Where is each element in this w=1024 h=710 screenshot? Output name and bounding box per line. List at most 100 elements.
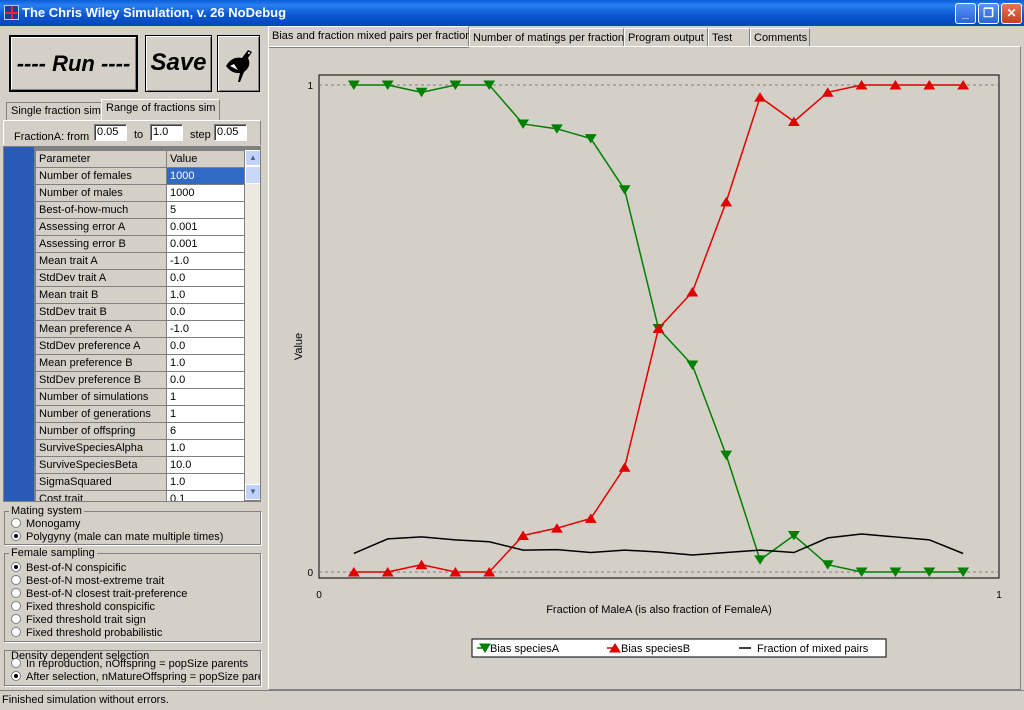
- fraction-step-input[interactable]: 0.05: [214, 124, 247, 141]
- parameter-value-cell[interactable]: 1.0: [166, 354, 245, 372]
- series-1-point: [720, 450, 733, 461]
- tab-range-of-fractions-sim[interactable]: Range of fractions sim: [101, 99, 221, 120]
- parameter-value-cell[interactable]: 1.0: [166, 439, 245, 457]
- parameter-name-cell: SigmaSquared: [35, 473, 167, 491]
- table-row[interactable]: Mean trait A -1.0: [35, 252, 245, 270]
- parameter-name-cell: StdDev preference B: [35, 371, 167, 389]
- parameter-value-cell[interactable]: 0.0: [166, 371, 245, 389]
- parameter-name-cell: Mean preference B: [35, 354, 167, 372]
- parameter-name-cell: Cost trait: [35, 490, 167, 501]
- table-row[interactable]: Mean preference B 1.0: [35, 354, 245, 372]
- scroll-down-icon[interactable]: ▼: [245, 484, 260, 500]
- parameter-grid[interactable]: Parameter Value Number of females 1000 Num…: [3, 146, 261, 502]
- radio-label: After selection, nMatureOffspring = popS…: [26, 671, 261, 683]
- parameter-value-cell[interactable]: 1.0: [166, 286, 245, 304]
- parameter-value-cell[interactable]: 0.001: [166, 235, 245, 253]
- bird-button[interactable]: [217, 35, 260, 92]
- tab-comments[interactable]: Comments: [750, 28, 810, 47]
- radio-fixed-threshold-trait-sign[interactable]: Fixed threshold trait sign: [11, 614, 146, 626]
- table-row[interactable]: StdDev trait B 0.0: [35, 303, 245, 321]
- parameter-name-cell: Assessing error A: [35, 218, 167, 236]
- table-row[interactable]: Number of males 1000: [35, 184, 245, 202]
- parameter-value-cell[interactable]: 10.0: [166, 456, 245, 474]
- female-sampling-group: Female sampling Best-of-N conspicific Be…: [4, 547, 261, 642]
- table-row[interactable]: StdDev trait A 0.0: [35, 269, 245, 287]
- tab-single-fraction-sim[interactable]: Single fraction sim: [6, 102, 106, 120]
- parameter-name-cell: Number of generations: [35, 405, 167, 423]
- row-selector-column[interactable]: [4, 147, 34, 501]
- mating-system-group: Mating system Monogamy Polygyny (male ca…: [4, 505, 261, 545]
- column-header-parameter[interactable]: Parameter: [35, 150, 167, 168]
- radio-label: Best-of-N conspicific: [26, 562, 127, 574]
- table-row[interactable]: SurviveSpeciesAlpha 1.0: [35, 439, 245, 457]
- save-button[interactable]: Save: [145, 35, 212, 92]
- parameter-value-cell[interactable]: -1.0: [166, 320, 245, 338]
- table-row[interactable]: Number of simulations 1: [35, 388, 245, 406]
- radio-best-of-n-most-extreme[interactable]: Best-of-N most-extreme trait: [11, 575, 164, 587]
- table-row[interactable]: Number of generations 1: [35, 405, 245, 423]
- table-row[interactable]: StdDev preference A 0.0: [35, 337, 245, 355]
- table-row[interactable]: Number of females 1000: [35, 167, 245, 185]
- to-label: to: [134, 129, 144, 141]
- radio-dot-icon: [11, 614, 21, 624]
- radio-polygyny[interactable]: Polygyny (male can mate multiple times): [11, 531, 223, 543]
- radio-dot-icon: [11, 627, 21, 637]
- run-button[interactable]: ---- Run ----: [9, 35, 138, 92]
- table-row[interactable]: Cost trait 0.1: [35, 490, 245, 501]
- radio-best-of-n-closest[interactable]: Best-of-N closest trait-preference: [11, 588, 187, 600]
- fraction-from-input[interactable]: 0.05: [94, 124, 127, 141]
- parameter-value-cell[interactable]: 1000: [166, 184, 245, 202]
- tab-number-of-matings[interactable]: Number of matings per fraction: [469, 28, 624, 47]
- series-1-point: [618, 185, 631, 195]
- parameter-value-cell[interactable]: 1: [166, 405, 245, 423]
- radio-monogamy[interactable]: Monogamy: [11, 518, 80, 530]
- parameter-value-cell[interactable]: 5: [166, 201, 245, 219]
- table-row[interactable]: Assessing error A 0.001: [35, 218, 245, 236]
- radio-fixed-threshold-probabilistic[interactable]: Fixed threshold probabilistic: [11, 627, 162, 639]
- parameter-value-cell[interactable]: 0.1: [166, 490, 245, 501]
- tab-test[interactable]: Test: [708, 28, 750, 47]
- legend-entry-label: Bias speciesA: [490, 643, 560, 655]
- table-row[interactable]: Number of offspring 6: [35, 422, 245, 440]
- radio-dot-icon: [11, 518, 21, 528]
- parameter-value-cell[interactable]: 1.0: [166, 473, 245, 491]
- table-row[interactable]: SurviveSpeciesBeta 10.0: [35, 456, 245, 474]
- radio-dot-icon: [11, 601, 21, 611]
- minimize-button[interactable]: _: [955, 3, 976, 24]
- table-row[interactable]: Best-of-how-much 5: [35, 201, 245, 219]
- column-header-value[interactable]: Value: [166, 150, 245, 168]
- parameter-value-cell[interactable]: 1000: [166, 167, 245, 185]
- maximize-button[interactable]: ❐: [978, 3, 999, 24]
- parameter-value-cell[interactable]: 0.001: [166, 218, 245, 236]
- radio-fixed-threshold-conspicific[interactable]: Fixed threshold conspicific: [11, 601, 155, 613]
- parameter-value-cell[interactable]: 0.0: [166, 337, 245, 355]
- fraction-to-input[interactable]: 1.0: [150, 124, 183, 141]
- parameter-value-cell[interactable]: 1: [166, 388, 245, 406]
- bias-chart: 1 00 1 Fraction of MaleA (is also fraction …: [293, 74, 1002, 658]
- parameter-value-cell[interactable]: 0.0: [166, 269, 245, 287]
- radio-label: Best-of-N most-extreme trait: [26, 575, 165, 587]
- radio-best-of-n-conspicific[interactable]: Best-of-N conspicific: [11, 562, 126, 574]
- window-title: The Chris Wiley Simulation, v. 26 NoDebu…: [22, 5, 287, 20]
- parameter-value-cell[interactable]: 0.0: [166, 303, 245, 321]
- table-row[interactable]: SigmaSquared 1.0: [35, 473, 245, 491]
- parameter-value-cell[interactable]: -1.0: [166, 252, 245, 270]
- table-row[interactable]: Assessing error B 0.001: [35, 235, 245, 253]
- scroll-up-icon[interactable]: ▲: [245, 150, 260, 166]
- tab-bias-fraction[interactable]: Bias and fraction mixed pairs per fracti…: [268, 26, 471, 48]
- table-row[interactable]: StdDev preference B 0.0: [35, 371, 245, 389]
- scroll-thumb[interactable]: [245, 166, 260, 184]
- y-tick-label: 0: [307, 568, 313, 579]
- radio-in-reproduction[interactable]: In reproduction, nOffspring = popSize pa…: [11, 658, 248, 670]
- parameter-name-cell: StdDev trait A: [35, 269, 167, 287]
- radio-after-selection[interactable]: After selection, nMatureOffspring = popS…: [11, 671, 261, 683]
- tab-program-output[interactable]: Program output: [624, 28, 708, 47]
- app-flag-icon: [4, 5, 19, 20]
- parameter-name-cell: Number of offspring: [35, 422, 167, 440]
- close-button[interactable]: ✕: [1001, 3, 1022, 24]
- grid-scrollbar[interactable]: ▲ ▼: [245, 150, 260, 500]
- parameter-value-cell[interactable]: 6: [166, 422, 245, 440]
- title-bar[interactable]: The Chris Wiley Simulation, v. 26 NoDebu…: [0, 0, 1024, 26]
- table-row[interactable]: Mean trait B 1.0: [35, 286, 245, 304]
- table-row[interactable]: Mean preference A -1.0: [35, 320, 245, 338]
